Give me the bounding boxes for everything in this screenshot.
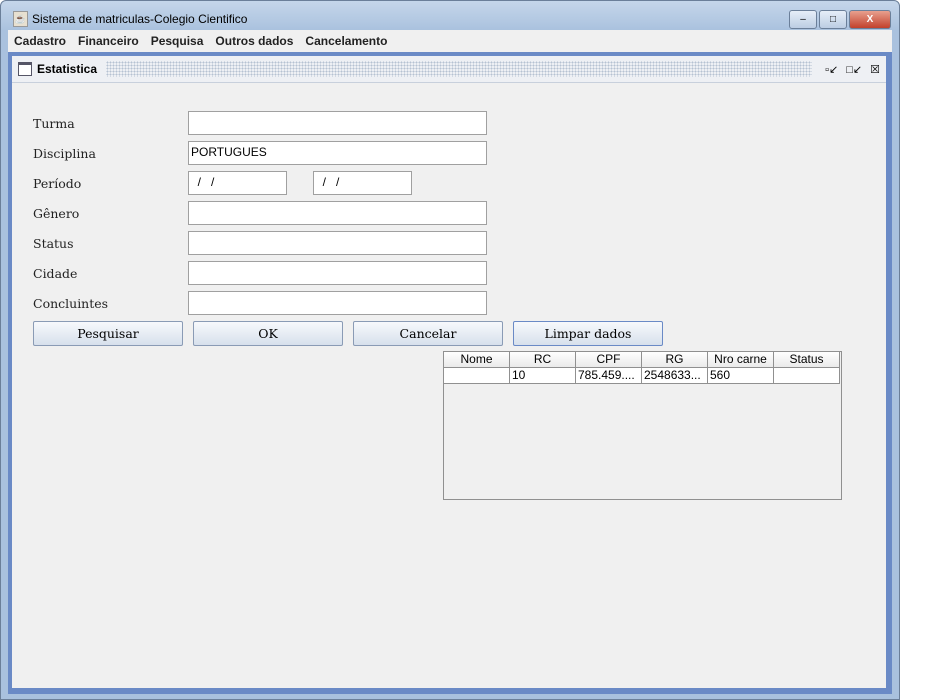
- status-input[interactable]: [188, 231, 487, 255]
- maximize-button[interactable]: □: [819, 10, 847, 29]
- maximize-icon[interactable]: □↙: [846, 63, 862, 76]
- menu-pesquisa[interactable]: Pesquisa: [145, 34, 210, 48]
- table-cell[interactable]: [444, 368, 510, 384]
- turma-label: Turma: [33, 116, 75, 131]
- concluintes-input[interactable]: [188, 291, 487, 315]
- close-icon[interactable]: ☒: [870, 63, 880, 76]
- concluintes-label: Concluintes: [33, 296, 109, 311]
- status-label: Status: [33, 236, 74, 251]
- column-header[interactable]: Nro carne: [708, 352, 774, 368]
- column-header[interactable]: RC: [510, 352, 576, 368]
- frame-icon: [18, 62, 32, 76]
- pesquisar-button[interactable]: Pesquisar: [33, 321, 183, 346]
- disciplina-label: Disciplina: [33, 146, 96, 161]
- genero-label: Gênero: [33, 206, 80, 221]
- window-title: Sistema de matriculas-Colegio Cientifico: [32, 12, 248, 26]
- results-table[interactable]: Nome RC CPF RG Nro carne Status 10 785.4…: [443, 351, 842, 500]
- periodo-fim-input[interactable]: / /: [313, 171, 412, 195]
- column-header[interactable]: RG: [642, 352, 708, 368]
- genero-input[interactable]: [188, 201, 487, 225]
- frame-title-bar[interactable]: Estatistica ▫↙ □↙ ☒: [12, 56, 886, 83]
- table-cell[interactable]: 2548633...: [642, 368, 708, 384]
- turma-input[interactable]: [188, 111, 487, 135]
- close-button[interactable]: X: [849, 10, 891, 29]
- table-cell[interactable]: 785.459....: [576, 368, 642, 384]
- column-header[interactable]: Status: [774, 352, 840, 368]
- periodo-label: Período: [33, 176, 82, 191]
- menu-cancelamento[interactable]: Cancelamento: [299, 34, 393, 48]
- cancelar-button[interactable]: Cancelar: [353, 321, 503, 346]
- ok-button[interactable]: OK: [193, 321, 343, 346]
- table-row[interactable]: 10 785.459.... 2548633... 560: [444, 368, 841, 384]
- frame-title: Estatistica: [37, 62, 98, 76]
- menu-bar: Cadastro Financeiro Pesquisa Outros dado…: [8, 30, 892, 52]
- column-header[interactable]: CPF: [576, 352, 642, 368]
- limpar-dados-button[interactable]: Limpar dados: [513, 321, 663, 346]
- title-bar: ☕ Sistema de matriculas-Colegio Cientific…: [13, 11, 247, 27]
- table-cell[interactable]: 10: [510, 368, 576, 384]
- menu-outros-dados[interactable]: Outros dados: [209, 34, 299, 48]
- cidade-input[interactable]: [188, 261, 487, 285]
- java-icon: ☕: [13, 11, 28, 27]
- disciplina-input[interactable]: PORTUGUES: [188, 141, 487, 165]
- table-cell[interactable]: 560: [708, 368, 774, 384]
- periodo-inicio-input[interactable]: / /: [188, 171, 287, 195]
- cidade-label: Cidade: [33, 266, 78, 281]
- menu-financeiro[interactable]: Financeiro: [72, 34, 145, 48]
- table-cell[interactable]: [774, 368, 840, 384]
- iconify-icon[interactable]: ▫↙: [825, 63, 838, 76]
- minimize-button[interactable]: –: [789, 10, 817, 29]
- column-header[interactable]: Nome: [444, 352, 510, 368]
- menu-cadastro[interactable]: Cadastro: [8, 34, 72, 48]
- table-header: Nome RC CPF RG Nro carne Status: [444, 352, 841, 368]
